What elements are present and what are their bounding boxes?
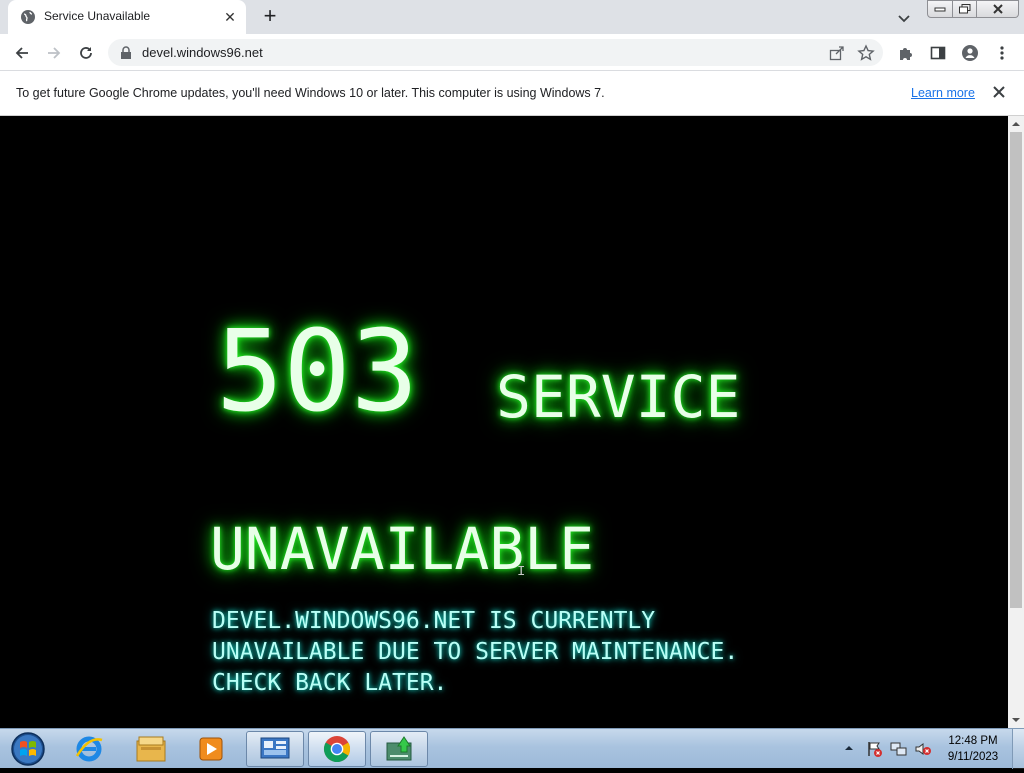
side-panel-button[interactable]: [925, 40, 951, 66]
minimize-button[interactable]: [927, 0, 953, 18]
control-panel-icon: [260, 737, 290, 759]
error-code: 503: [216, 307, 419, 437]
vertical-scrollbar[interactable]: [1008, 116, 1024, 728]
tab-title: Service Unavailable: [44, 9, 151, 23]
action-center-flag-icon[interactable]: [866, 740, 884, 758]
learn-more-link[interactable]: Learn more: [911, 86, 975, 100]
scroll-down-arrow-icon[interactable]: [1008, 712, 1024, 728]
text-cursor-icon: I: [517, 564, 526, 580]
new-tab-button[interactable]: +: [258, 5, 282, 29]
info-bar-close-icon[interactable]: [990, 83, 1008, 101]
extensions-button[interactable]: [893, 40, 919, 66]
start-button[interactable]: [6, 730, 50, 768]
taskbar-download-app[interactable]: [370, 731, 428, 767]
profile-button[interactable]: [957, 40, 983, 66]
network-icon[interactable]: [890, 740, 908, 758]
taskbar-internet-explorer[interactable]: [60, 731, 118, 767]
message-line: DEVEL.WINDOWS96.NET IS CURRENTLY: [212, 608, 656, 634]
address-bar[interactable]: devel.windows96.net: [108, 39, 883, 66]
reload-icon: [80, 47, 92, 59]
restore-button[interactable]: [952, 0, 977, 18]
globe-icon: [21, 10, 35, 24]
show-desktop-button[interactable]: [1012, 729, 1024, 769]
clock-time: 12:48 PM: [948, 735, 998, 747]
back-arrow-icon: [15, 47, 28, 59]
close-window-button[interactable]: [976, 0, 1019, 18]
file-explorer-icon: [136, 736, 166, 762]
close-icon: [992, 4, 1003, 14]
taskbar-control-panel[interactable]: [246, 731, 304, 767]
browser-toolbar: devel.windows96.net: [0, 34, 1024, 71]
maintenance-message: DEVEL.WINDOWS96.NET IS CURRENTLY UNAVAIL…: [212, 606, 738, 699]
chrome-icon: [323, 736, 351, 763]
media-player-icon: [199, 737, 223, 761]
tab-search-chevron-icon[interactable]: [894, 8, 914, 28]
forward-arrow-icon: [48, 47, 61, 59]
side-panel-icon: [930, 46, 946, 60]
taskbar-chrome[interactable]: [308, 731, 366, 767]
download-app-icon: [386, 736, 412, 761]
volume-muted-icon[interactable]: [914, 740, 932, 758]
bookmark-star-icon[interactable]: [857, 44, 875, 62]
chrome-menu-button[interactable]: [989, 40, 1015, 66]
taskbar-file-explorer[interactable]: [122, 731, 180, 767]
taskbar-media-player[interactable]: [182, 731, 240, 767]
minimize-icon: [934, 7, 946, 12]
start-orb-icon: [11, 732, 45, 766]
show-hidden-icons-icon[interactable]: [843, 743, 855, 753]
browser-tab[interactable]: Service Unavailable ✕: [8, 0, 246, 34]
restore-icon: [958, 4, 970, 14]
reload-button[interactable]: [73, 40, 99, 66]
puzzle-piece-icon: [900, 48, 912, 60]
headline-unavailable: UNAVAILABLE: [210, 515, 595, 583]
system-clock[interactable]: 12:48 PM 9/11/2023: [940, 733, 1006, 765]
message-line: UNAVAILABLE DUE TO SERVER MAINTENANCE.: [212, 639, 739, 665]
headline-service: SERVICE: [496, 363, 741, 431]
scroll-up-arrow-icon[interactable]: [1008, 116, 1024, 132]
internet-explorer-icon: [75, 736, 103, 762]
more-vertical-icon: [1000, 46, 1004, 60]
url-text[interactable]: devel.windows96.net: [142, 45, 263, 60]
profile-avatar-icon: [962, 45, 978, 61]
tab-close-icon[interactable]: ✕: [220, 7, 240, 27]
forward-button[interactable]: [41, 40, 67, 66]
lock-icon[interactable]: [120, 46, 132, 59]
update-info-bar: To get future Google Chrome updates, you…: [0, 71, 1024, 116]
scrollbar-thumb[interactable]: [1010, 132, 1022, 608]
back-button[interactable]: [9, 40, 35, 66]
share-icon[interactable]: [829, 45, 845, 61]
clock-date: 9/11/2023: [947, 751, 999, 763]
page-content: 503 SERVICE UNAVAILABLE DEVEL.WINDOWS96.…: [0, 116, 1008, 728]
windows-taskbar: 12:48 PM 9/11/2023: [0, 728, 1024, 769]
message-line: CHECK BACK LATER.: [212, 670, 448, 696]
info-bar-message: To get future Google Chrome updates, you…: [16, 86, 605, 100]
tab-strip: Service Unavailable ✕ +: [0, 0, 1024, 34]
